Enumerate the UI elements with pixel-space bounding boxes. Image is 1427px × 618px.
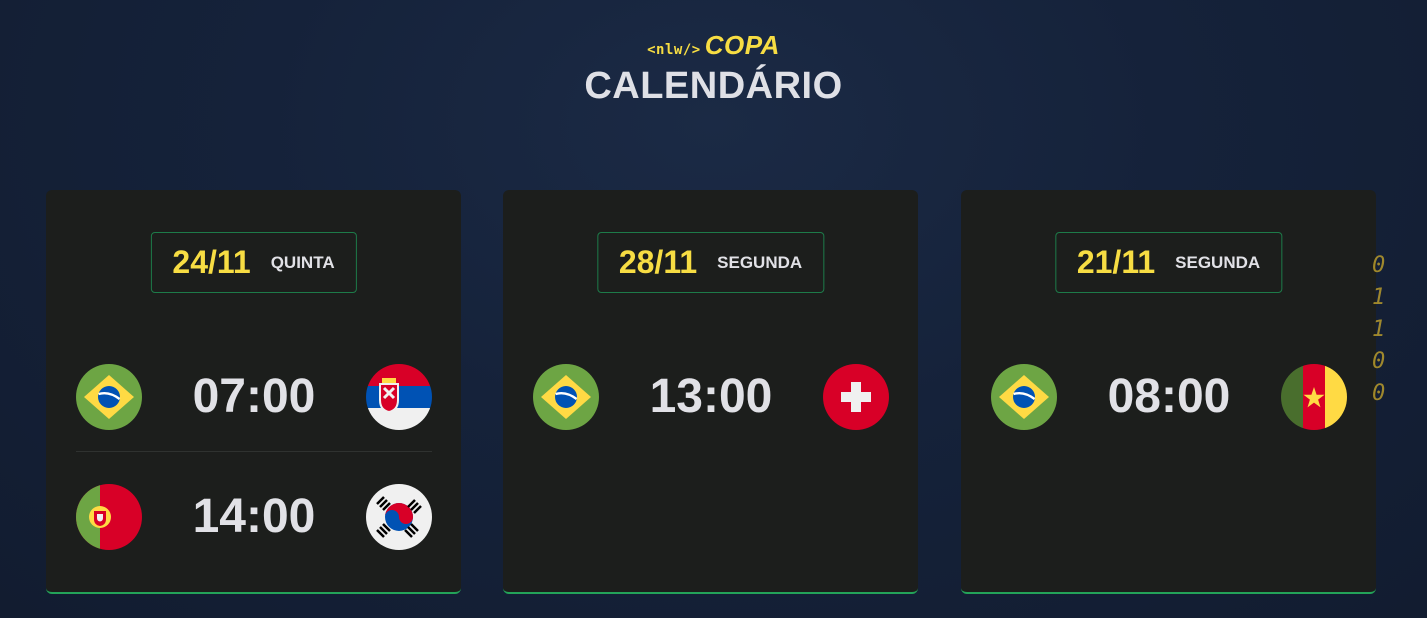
- page-header: <nlw/> COPA CALENDÁRIO: [0, 30, 1427, 108]
- south-korea-flag-icon: [366, 484, 432, 550]
- match-weekday: SEGUNDA: [1175, 252, 1261, 272]
- match-day-card: 24/11 QUINTA 07:00 14:00: [46, 190, 461, 594]
- page-title: CALENDÁRIO: [584, 65, 843, 107]
- match-divider: [76, 451, 432, 452]
- match-date: 24/11: [172, 244, 251, 280]
- date-badge: 28/11 SEGUNDA: [596, 232, 825, 293]
- match-weekday: QUINTA: [270, 252, 335, 272]
- date-badge: 24/11 QUINTA: [150, 232, 357, 293]
- match-row: 07:00: [76, 364, 432, 430]
- match-day-card: 28/11 SEGUNDA 13:00: [503, 190, 918, 594]
- binary-digit: 0: [1372, 349, 1386, 374]
- match-row: 14:00: [76, 484, 432, 550]
- nlw-copa-logo: <nlw/> COPA: [647, 30, 780, 61]
- logo-code-text: <nlw/>: [647, 42, 701, 58]
- binary-digit: 1: [1372, 285, 1386, 310]
- cameroon-flag-icon: [1281, 364, 1347, 430]
- match-day-card: 21/11 SEGUNDA 08:00: [961, 190, 1376, 594]
- match-row: 08:00: [991, 364, 1347, 430]
- binary-decoration: 0 1 1 0 0: [1372, 250, 1398, 410]
- date-badge: 21/11 SEGUNDA: [1054, 232, 1283, 293]
- switzerland-flag-icon: [823, 364, 889, 430]
- serbia-flag-icon: [366, 364, 432, 430]
- logo-copa-text: COPA: [704, 30, 780, 60]
- match-date: 28/11: [618, 244, 698, 280]
- binary-digit: 0: [1372, 381, 1386, 406]
- match-row: 13:00: [533, 364, 889, 430]
- match-weekday: SEGUNDA: [717, 252, 803, 272]
- binary-digit: 1: [1372, 317, 1386, 342]
- binary-digit: 0: [1372, 253, 1386, 278]
- match-date: 21/11: [1076, 244, 1156, 280]
